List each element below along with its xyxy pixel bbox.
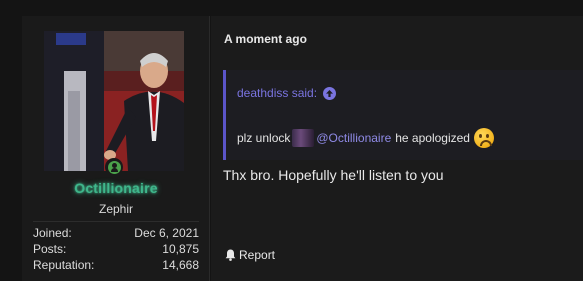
- stat-value: Dec 6, 2021: [134, 226, 199, 240]
- post-message: Thx bro. Hopefully he'll listen to you: [223, 167, 444, 183]
- quote-text-before: plz unlock: [237, 131, 291, 145]
- report-button[interactable]: Report: [225, 248, 275, 262]
- user-stats: Joined: Dec 6, 2021 Posts: 10,875 Reputa…: [33, 221, 199, 273]
- quote-text: plz unlock @Octillionaire he apologized: [237, 128, 494, 148]
- stat-label: Reputation:: [33, 258, 95, 272]
- stat-reputation: Reputation: 14,668: [33, 257, 199, 273]
- frowning-face-emoji-icon: [473, 128, 494, 148]
- username[interactable]: Octillionaire: [22, 180, 210, 196]
- stat-value: 14,668: [162, 258, 199, 272]
- quote-block: deathdiss said: plz unlock @Octillionair…: [223, 70, 583, 160]
- user-avatar[interactable]: [44, 31, 184, 171]
- stat-value: 10,875: [162, 242, 199, 256]
- stat-label: Joined:: [33, 226, 72, 240]
- arrow-up-circle-icon[interactable]: [323, 86, 337, 100]
- stat-label: Posts:: [33, 242, 67, 256]
- post-content: A moment ago deathdiss said: plz unlock …: [211, 16, 583, 281]
- quote-author[interactable]: deathdiss said:: [237, 86, 317, 100]
- report-label: Report: [239, 248, 276, 262]
- stat-posts: Posts: 10,875: [33, 241, 199, 257]
- stat-joined: Joined: Dec 6, 2021: [33, 225, 199, 241]
- user-title: Zephir: [98, 202, 133, 216]
- avatar-image: [44, 31, 184, 171]
- user-mention-link[interactable]: @Octillionaire: [316, 131, 391, 145]
- mention-avatar: [292, 129, 315, 147]
- bell-icon: [225, 249, 236, 261]
- quote-text-after: he apologized: [395, 131, 470, 145]
- post-timestamp[interactable]: A moment ago: [224, 32, 307, 46]
- quote-header[interactable]: deathdiss said:: [237, 86, 337, 100]
- online-status-icon: [105, 158, 123, 176]
- post-gutter: [0, 0, 22, 281]
- user-info-panel: Octillionaire Zephir Joined: Dec 6, 2021…: [22, 16, 210, 281]
- forum-post: Octillionaire Zephir Joined: Dec 6, 2021…: [0, 0, 583, 281]
